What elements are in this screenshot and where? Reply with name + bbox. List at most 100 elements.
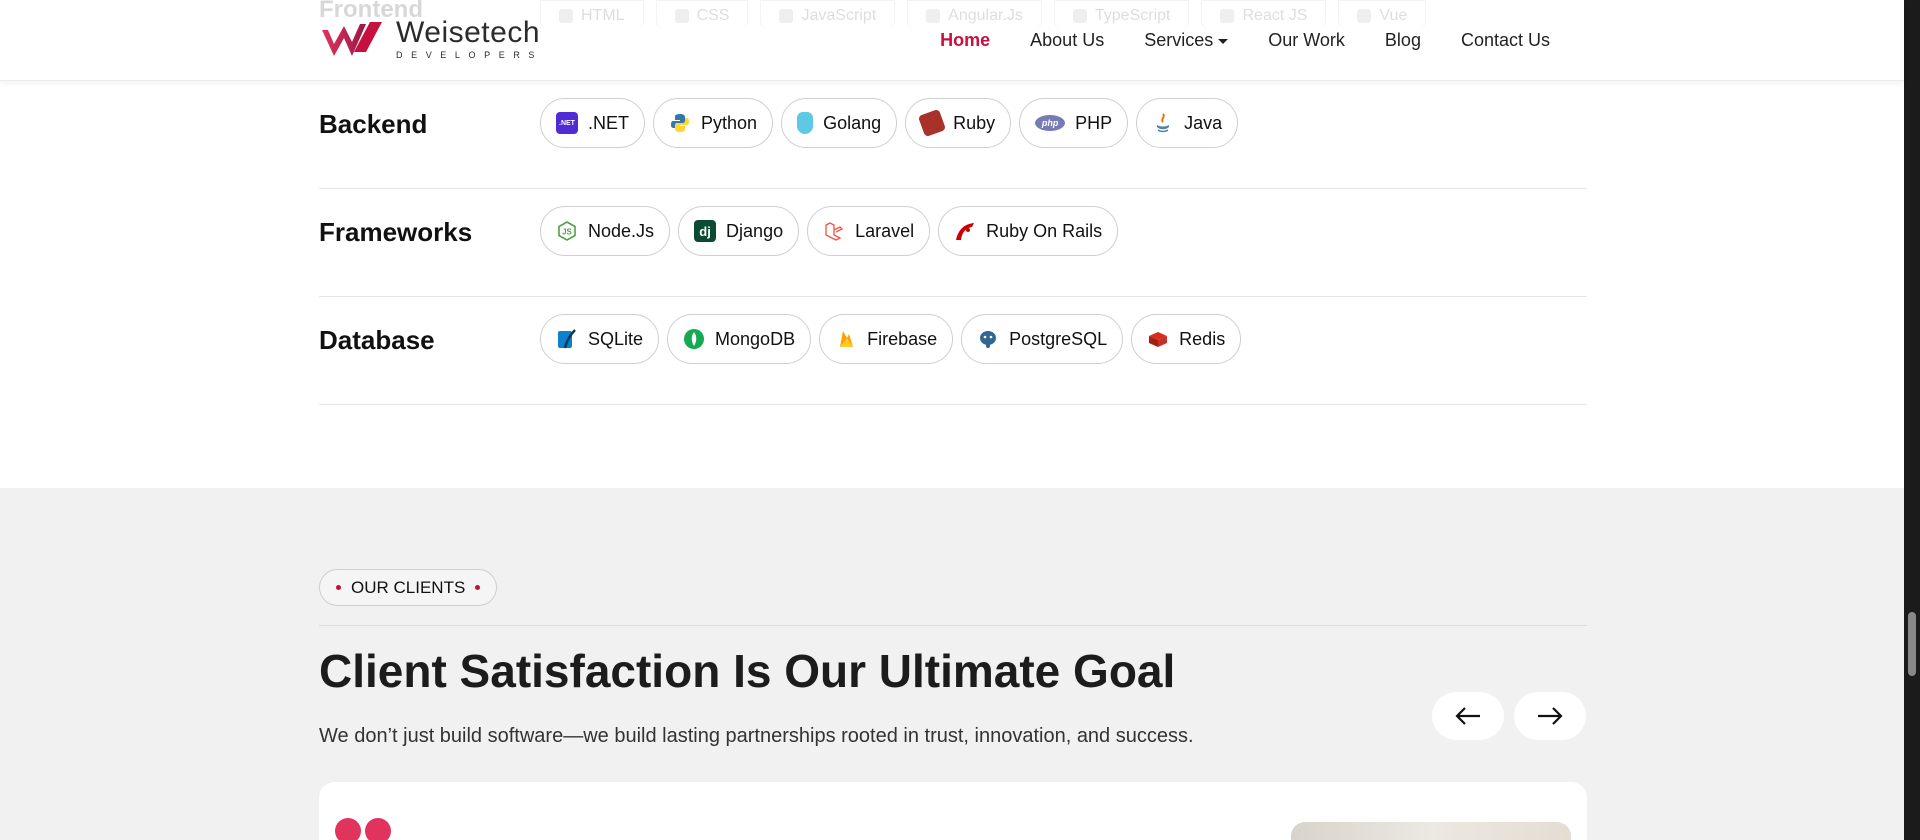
tech-row-frameworks: Frameworks JS Node.Js dj Django Laravel R…: [319, 189, 1587, 297]
section-badge: OUR CLIENTS: [319, 569, 498, 606]
logo-text: Weisetech DEVELOPERS: [396, 16, 544, 61]
section-subtitle: We don’t just build software—we build la…: [319, 725, 1194, 747]
html-icon: [559, 8, 573, 23]
nav-about[interactable]: About Us: [1030, 30, 1104, 51]
css-icon: [674, 8, 689, 23]
caret-down-icon: [1218, 38, 1229, 44]
scrolled-pill-label: HTML: [581, 6, 625, 24]
scrolled-pill-label: JavaScript: [801, 6, 877, 24]
arrow-left-icon: [1455, 707, 1480, 725]
scrolled-pill: CSS: [655, 0, 749, 30]
page-scrollbar[interactable]: [1904, 0, 1920, 840]
pill-label: Laravel: [855, 220, 915, 241]
tech-pill-sqlite[interactable]: SQLite: [540, 314, 660, 364]
python-icon: [671, 114, 690, 132]
tech-pill-django[interactable]: dj Django: [678, 206, 800, 256]
ruby-icon: [918, 108, 947, 138]
tech-pill-java[interactable]: Java: [1136, 98, 1239, 148]
pill-label: Golang: [823, 112, 882, 133]
java-icon: [1157, 113, 1170, 133]
tech-row-backend: Backend .NET .NET Python Golang Ruby php P…: [319, 81, 1587, 189]
django-icon: dj: [694, 220, 717, 242]
laravel-icon: [825, 222, 844, 241]
nodejs-icon: JS: [558, 221, 576, 241]
pill-label: Node.Js: [588, 220, 655, 241]
tech-pills: .NET .NET Python Golang Ruby php PHP Java: [540, 98, 1239, 148]
pill-label: Redis: [1179, 328, 1226, 349]
tech-pills: SQLite MongoDB Firebase PostgreSQL Redis: [540, 314, 1242, 364]
section-title: Client Satisfaction Is Our Ultimate Goal: [319, 645, 1176, 697]
scrolled-frontend-pills: HTML CSS JavaScript Angular.Js TypeScrip…: [540, 0, 1427, 30]
pill-label: Java: [1184, 112, 1223, 133]
scrolled-pill: React JS: [1201, 0, 1327, 30]
pill-label: PHP: [1075, 112, 1113, 133]
testimonial-card: [319, 782, 1587, 840]
pill-label: SQLite: [588, 328, 644, 349]
angular-icon: [926, 8, 941, 23]
logo-mark-icon: [322, 22, 382, 56]
pill-label: .NET: [588, 112, 630, 133]
tech-pill-dotnet[interactable]: .NET .NET: [540, 98, 646, 148]
scrolled-pill: HTML: [540, 0, 644, 30]
tech-row-title: Frameworks: [319, 217, 473, 247]
scrolled-pill: JavaScript: [760, 0, 896, 30]
clients-section: OUR CLIENTS Client Satisfaction Is Our U…: [0, 488, 1904, 840]
golang-icon: [797, 112, 814, 134]
logo-brand: Weisetech: [396, 16, 541, 49]
client-photo: [1291, 822, 1571, 840]
tech-row-database: Database SQLite MongoDB Firebase Postgre…: [319, 297, 1587, 405]
site-logo[interactable]: Weisetech DEVELOPERS: [320, 18, 543, 60]
tech-row-title: Database: [319, 325, 435, 355]
nav-blog[interactable]: Blog: [1385, 30, 1421, 51]
tech-pill-laravel[interactable]: Laravel: [807, 206, 931, 256]
nav-home[interactable]: Home: [940, 30, 990, 51]
react-icon: [1220, 8, 1235, 23]
site-header: Frontend HTML CSS JavaScript Angular.Js …: [0, 0, 1904, 81]
scrollbar-thumb[interactable]: [1908, 612, 1916, 676]
tech-pill-rails[interactable]: Ruby On Rails: [938, 206, 1119, 256]
tech-pill-firebase[interactable]: Firebase: [819, 314, 954, 364]
tech-pill-php[interactable]: php PHP: [1019, 98, 1129, 148]
scrolled-pill-label: Vue: [1379, 6, 1408, 24]
vue-icon: [1357, 8, 1372, 23]
tech-pill-ruby[interactable]: Ruby: [905, 98, 1012, 148]
scrolled-pill: TypeScript: [1053, 0, 1190, 30]
postgresql-icon: [980, 331, 997, 348]
sqlite-icon: [558, 329, 576, 349]
pill-label: Django: [726, 220, 784, 241]
carousel-prev-button[interactable]: [1432, 692, 1504, 740]
arrow-right-icon: [1538, 707, 1563, 725]
pill-label: Ruby On Rails: [986, 220, 1103, 241]
php-icon: php: [1035, 115, 1066, 131]
nav-our-work[interactable]: Our Work: [1268, 30, 1345, 51]
pill-label: PostgreSQL: [1009, 328, 1108, 349]
tech-pill-python[interactable]: Python: [653, 98, 774, 148]
pill-label: Firebase: [867, 328, 938, 349]
scrolled-pill-label: React JS: [1242, 6, 1308, 24]
tech-pill-postgresql[interactable]: PostgreSQL: [961, 314, 1124, 364]
section-divider: [319, 625, 1587, 626]
tech-pill-redis[interactable]: Redis: [1131, 314, 1242, 364]
carousel-next-button[interactable]: [1514, 692, 1586, 740]
pill-label: MongoDB: [715, 328, 796, 349]
main-nav: Home About Us Services Our Work Blog Con…: [940, 30, 1550, 51]
scrolled-pill-label: Angular.Js: [948, 6, 1023, 24]
dotnet-icon: .NET: [556, 112, 578, 134]
tech-pills: JS Node.Js dj Django Laravel Ruby On Rail…: [540, 206, 1119, 256]
nav-contact[interactable]: Contact Us: [1461, 30, 1550, 51]
logo-sub: DEVELOPERS: [396, 50, 544, 60]
svg-text:JS: JS: [562, 228, 572, 237]
scrolled-pill: Vue: [1338, 0, 1427, 30]
tech-pill-mongodb[interactable]: MongoDB: [667, 314, 812, 364]
nav-services[interactable]: Services: [1144, 30, 1229, 51]
javascript-icon: [779, 8, 794, 23]
mongodb-icon: [684, 329, 705, 349]
badge-dot: [336, 585, 341, 590]
tech-pill-nodejs[interactable]: JS Node.Js: [540, 206, 671, 256]
typescript-icon: [1072, 8, 1087, 23]
scrolled-pill: Angular.Js: [907, 0, 1042, 30]
tech-pill-golang[interactable]: Golang: [781, 98, 898, 148]
pill-label: Ruby: [953, 112, 996, 133]
badge-label: OUR CLIENTS: [351, 577, 466, 597]
quote-icon: [335, 818, 391, 840]
